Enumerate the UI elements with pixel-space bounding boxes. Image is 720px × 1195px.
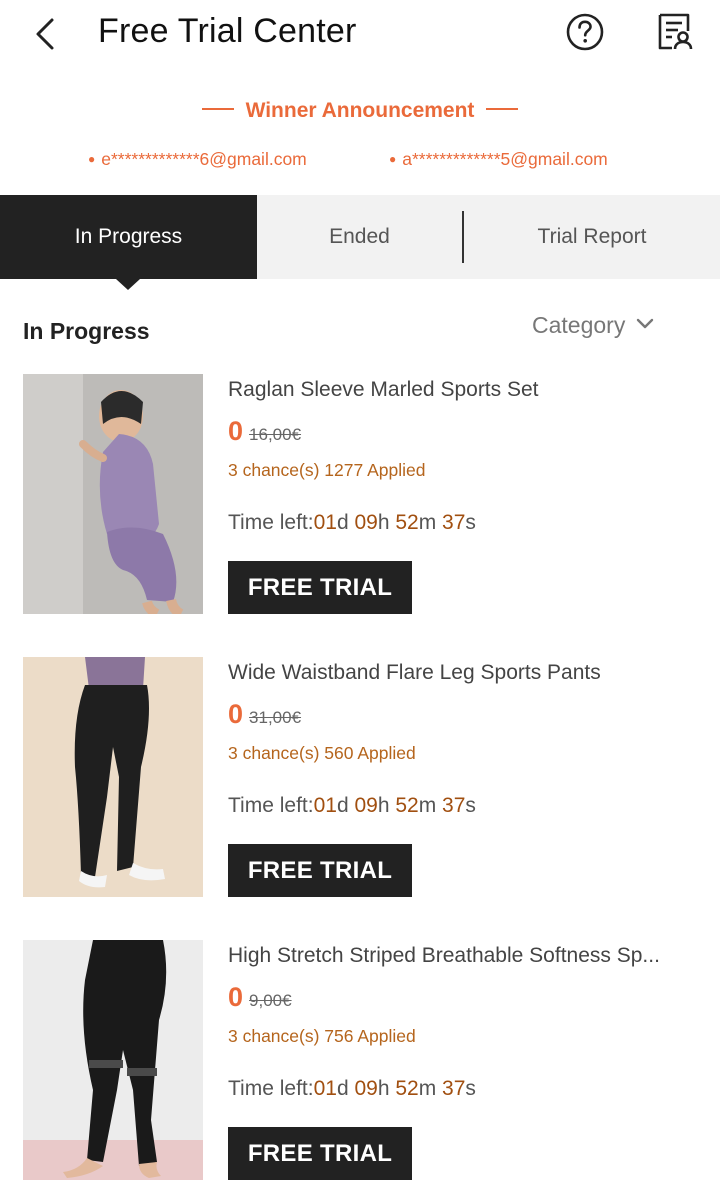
trial-report-button[interactable] [654, 11, 696, 53]
tab-bar: In Progress Ended Trial Report [0, 195, 720, 279]
price-row: 0 16,00€ [228, 416, 301, 447]
free-trial-button[interactable]: FREE TRIAL [228, 561, 412, 614]
trial-price: 0 [228, 416, 244, 446]
chances-applied: 3 chance(s) 1277 Applied [228, 460, 426, 480]
price-row: 0 9,00€ [228, 982, 292, 1013]
trial-price: 0 [228, 982, 244, 1012]
chances-applied: 3 chance(s) 756 Applied [228, 1026, 416, 1046]
winner-announcement-title[interactable]: Winner Announcement [0, 99, 720, 123]
tab-trial-report[interactable]: Trial Report [464, 195, 720, 279]
app-header: Free Trial Center [0, 0, 720, 70]
winner-email-list: ● e*************6@gmail.com ● a***********… [0, 149, 720, 173]
product-image[interactable] [23, 940, 203, 1180]
section-title: In Progress [23, 318, 150, 344]
chevron-left-icon [36, 18, 54, 50]
product-card[interactable]: High Stretch Striped Breathable Softness… [0, 940, 720, 1195]
product-card[interactable]: Wide Waistband Flare Leg Sports Pants 03… [0, 657, 720, 917]
category-label: Category [532, 312, 626, 338]
product-image[interactable] [23, 374, 203, 614]
back-button[interactable] [26, 12, 66, 56]
original-price: 31,00€ [249, 708, 302, 727]
winner-title-text: Winner Announcement [245, 99, 475, 122]
product-card[interactable]: Raglan Sleeve Marled Sports Set 0 16,00€ … [0, 374, 720, 634]
time-left: Time left:01d 09h 52m 37s [228, 1077, 476, 1100]
question-circle-icon [566, 13, 604, 51]
trial-price: 0 [228, 699, 244, 729]
product-name[interactable]: Raglan Sleeve Marled Sports Set [228, 378, 698, 402]
help-button[interactable] [564, 11, 606, 53]
dash-decoration [201, 108, 234, 111]
dash-decoration [486, 108, 519, 111]
product-name[interactable]: Wide Waistband Flare Leg Sports Pants [228, 661, 698, 685]
original-price: 9,00€ [249, 991, 292, 1010]
original-price: 16,00€ [249, 425, 302, 444]
tab-ended[interactable]: Ended [257, 195, 462, 279]
free-trial-button[interactable]: FREE TRIAL [228, 1127, 412, 1180]
active-tab-pointer [116, 279, 140, 290]
document-user-icon [658, 13, 693, 50]
product-name[interactable]: High Stretch Striped Breathable Softness… [228, 944, 698, 968]
time-left: Time left:01d 09h 52m 37s [228, 794, 476, 817]
winner-email: ● a*************5@gmail.com [389, 149, 608, 169]
tab-divider [462, 211, 464, 263]
tab-in-progress[interactable]: In Progress [0, 195, 257, 279]
free-trial-button[interactable]: FREE TRIAL [228, 844, 412, 897]
price-row: 0 31,00€ [228, 699, 301, 730]
page-title: Free Trial Center [98, 12, 357, 50]
category-dropdown[interactable]: Category [532, 312, 655, 340]
time-left: Time left:01d 09h 52m 37s [228, 511, 476, 534]
chevron-down-icon [637, 319, 654, 329]
winner-email: ● e*************6@gmail.com [88, 149, 307, 169]
chances-applied: 3 chance(s) 560 Applied [228, 743, 416, 763]
product-image[interactable] [23, 657, 203, 897]
